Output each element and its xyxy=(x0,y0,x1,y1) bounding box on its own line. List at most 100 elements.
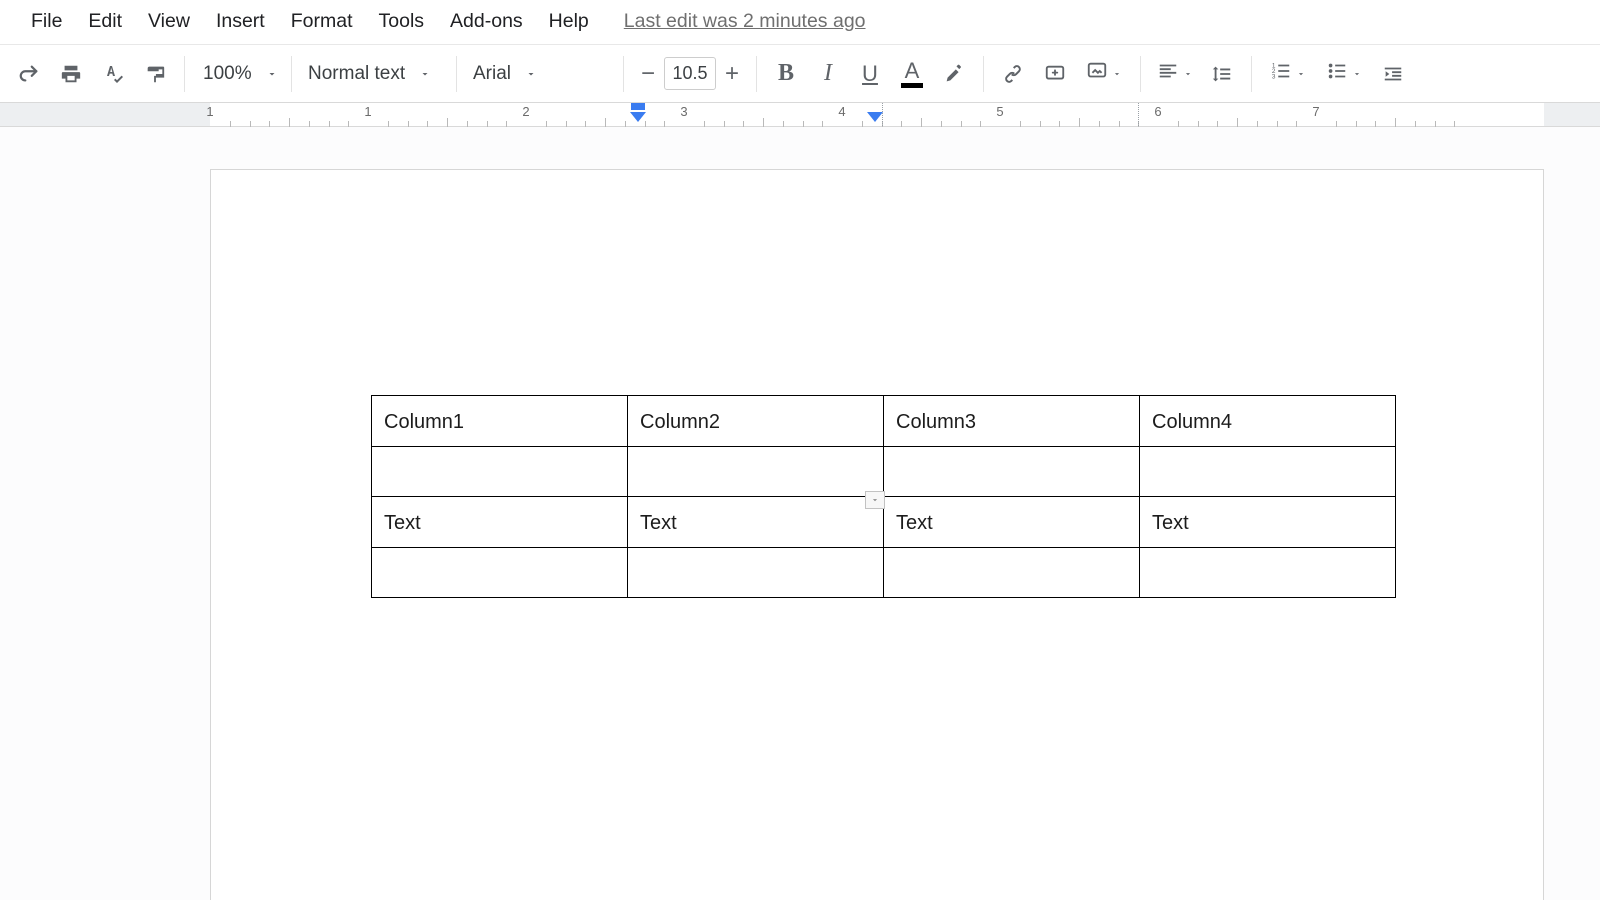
last-edit-link[interactable]: Last edit was 2 minutes ago xyxy=(624,10,866,33)
right-indent-marker[interactable] xyxy=(867,112,883,122)
menu-addons[interactable]: Add-ons xyxy=(437,4,536,39)
chevron-down-icon xyxy=(266,68,278,80)
column-guide xyxy=(882,103,883,126)
spellcheck-button[interactable] xyxy=(92,53,134,95)
numbered-list-dropdown[interactable]: 123 xyxy=(1260,60,1316,87)
bold-icon: B xyxy=(778,60,794,87)
highlight-button[interactable] xyxy=(933,53,975,95)
link-icon xyxy=(1001,62,1025,86)
table-cell[interactable]: Text xyxy=(884,497,1140,548)
zoom-dropdown[interactable]: 100% xyxy=(193,55,283,93)
document-canvas[interactable]: Column1 Column2 Column3 Column4 Text Tex… xyxy=(0,127,1600,900)
column-guide xyxy=(1138,103,1139,126)
redo-icon xyxy=(18,63,40,85)
underline-button[interactable]: U xyxy=(849,53,891,95)
insert-link-button[interactable] xyxy=(992,53,1034,95)
table-cell[interactable]: Text xyxy=(628,497,884,548)
text-color-swatch xyxy=(901,83,923,88)
align-dropdown[interactable] xyxy=(1149,60,1201,87)
ruler-number: 6 xyxy=(1154,104,1161,119)
table-cell[interactable]: Text xyxy=(372,497,628,548)
chevron-down-icon xyxy=(419,68,431,80)
insert-image-dropdown[interactable] xyxy=(1076,60,1132,87)
align-left-icon xyxy=(1157,60,1179,87)
table-cell[interactable] xyxy=(628,447,884,497)
table-cell[interactable]: Column1 xyxy=(372,396,628,447)
chevron-down-icon xyxy=(525,68,537,80)
print-button[interactable] xyxy=(50,53,92,95)
table-cell[interactable]: Column3 xyxy=(884,396,1140,447)
font-size-stepper: − + xyxy=(632,55,748,93)
menu-format[interactable]: Format xyxy=(278,4,366,39)
first-line-indent-marker[interactable] xyxy=(631,103,645,110)
increase-font-size-button[interactable]: + xyxy=(716,58,748,90)
left-indent-marker[interactable] xyxy=(630,112,646,122)
chevron-down-icon xyxy=(1112,69,1122,79)
table-cell[interactable] xyxy=(628,548,884,598)
font-family-value: Arial xyxy=(473,63,511,85)
table-cell[interactable] xyxy=(1140,548,1396,598)
table-cell[interactable] xyxy=(884,447,1140,497)
bold-button[interactable]: B xyxy=(765,53,807,95)
table-column-menu-button[interactable] xyxy=(865,491,885,509)
table-cell[interactable] xyxy=(372,447,628,497)
table-cell[interactable] xyxy=(884,548,1140,598)
zoom-value: 100% xyxy=(203,63,252,85)
text-color-icon: A xyxy=(905,58,920,84)
menu-insert[interactable]: Insert xyxy=(203,4,278,39)
italic-icon: I xyxy=(824,60,832,87)
chevron-down-icon xyxy=(870,495,880,505)
table-row[interactable] xyxy=(372,548,1396,598)
menu-edit[interactable]: Edit xyxy=(75,4,135,39)
menu-help[interactable]: Help xyxy=(536,4,602,39)
table-cell[interactable]: Column2 xyxy=(628,396,884,447)
paint-roller-icon xyxy=(144,63,166,85)
line-spacing-button[interactable] xyxy=(1201,53,1243,95)
highlighter-icon xyxy=(943,63,965,85)
image-icon xyxy=(1086,60,1108,87)
menu-file[interactable]: File xyxy=(18,4,75,39)
toolbar: 100% Normal text Arial − xyxy=(0,44,1600,103)
ruler-number: 2 xyxy=(522,104,529,119)
decrease-font-size-button[interactable]: − xyxy=(632,58,664,90)
document-page[interactable]: Column1 Column2 Column3 Column4 Text Tex… xyxy=(210,169,1544,900)
comment-plus-icon xyxy=(1044,63,1066,85)
table-cell[interactable]: Text xyxy=(1140,497,1396,548)
svg-text:3: 3 xyxy=(1272,73,1276,80)
text-color-button[interactable]: A xyxy=(891,53,933,95)
table-cell[interactable] xyxy=(372,548,628,598)
redo-button[interactable] xyxy=(8,53,50,95)
paint-format-button[interactable] xyxy=(134,53,176,95)
bulleted-list-dropdown[interactable] xyxy=(1316,60,1372,87)
font-family-dropdown[interactable]: Arial xyxy=(465,55,615,93)
insert-comment-button[interactable] xyxy=(1034,53,1076,95)
horizontal-ruler[interactable]: 11234567 xyxy=(0,103,1600,127)
spellcheck-icon xyxy=(101,62,125,86)
table-row[interactable]: Column1 Column2 Column3 Column4 xyxy=(372,396,1396,447)
menu-view[interactable]: View xyxy=(135,4,203,39)
table-cell[interactable] xyxy=(1140,447,1396,497)
chevron-down-icon xyxy=(1352,69,1362,79)
ruler-number: 3 xyxy=(680,104,687,119)
decrease-indent-button[interactable] xyxy=(1372,53,1414,95)
decrease-indent-icon xyxy=(1382,63,1404,85)
line-spacing-icon xyxy=(1211,63,1233,85)
ruler-number: 7 xyxy=(1312,104,1319,119)
chevron-down-icon xyxy=(1296,69,1306,79)
numbered-list-icon: 123 xyxy=(1270,60,1292,87)
menu-tools[interactable]: Tools xyxy=(366,4,438,39)
ruler-number: 1 xyxy=(364,104,371,119)
table-row[interactable] xyxy=(372,447,1396,497)
italic-button[interactable]: I xyxy=(807,53,849,95)
minus-icon: − xyxy=(641,60,655,88)
menu-bar: File Edit View Insert Format Tools Add-o… xyxy=(0,0,1600,44)
print-icon xyxy=(60,63,82,85)
paragraph-style-dropdown[interactable]: Normal text xyxy=(300,55,448,93)
ruler-number: 5 xyxy=(996,104,1003,119)
font-size-input[interactable] xyxy=(664,57,716,90)
bulleted-list-icon xyxy=(1326,60,1348,87)
ruler-number: 4 xyxy=(838,104,845,119)
chevron-down-icon xyxy=(1183,69,1193,79)
paragraph-style-value: Normal text xyxy=(308,63,405,85)
table-cell[interactable]: Column4 xyxy=(1140,396,1396,447)
